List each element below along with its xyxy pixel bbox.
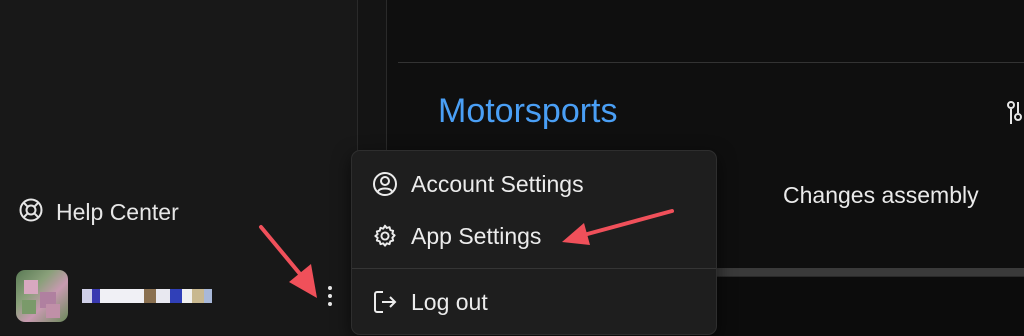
menu-item-label: Log out — [411, 288, 488, 315]
user-name-redacted — [82, 288, 212, 304]
menu-item-label: App Settings — [411, 222, 542, 249]
avatar[interactable] — [16, 270, 68, 322]
sidebar: Help Center — [0, 0, 358, 335]
lifebuoy-icon — [18, 197, 44, 228]
menu-divider — [352, 268, 716, 269]
bottom-panel — [690, 276, 1024, 336]
more-options-icon[interactable] — [320, 282, 340, 310]
menu-item-app-settings[interactable]: App Settings — [352, 213, 716, 259]
changes-label[interactable]: Changes assembly — [783, 182, 979, 209]
menu-item-account-settings[interactable]: Account Settings — [352, 161, 716, 207]
menu-item-label: Account Settings — [411, 170, 584, 197]
menu-item-log-out[interactable]: Log out — [352, 279, 716, 325]
customize-icon[interactable] — [1004, 100, 1024, 126]
help-center-link[interactable]: Help Center — [18, 196, 179, 228]
user-menu-dropdown: Account Settings App Settings Log out — [351, 150, 717, 335]
help-center-label: Help Center — [56, 198, 179, 225]
content-divider — [398, 62, 1024, 63]
horizontal-scrollbar[interactable] — [690, 268, 1024, 276]
user-circle-icon — [372, 171, 398, 197]
gear-icon — [372, 223, 398, 249]
section-title[interactable]: Motorsports — [438, 92, 618, 131]
user-profile-row[interactable] — [16, 270, 346, 322]
logout-icon — [372, 289, 398, 315]
